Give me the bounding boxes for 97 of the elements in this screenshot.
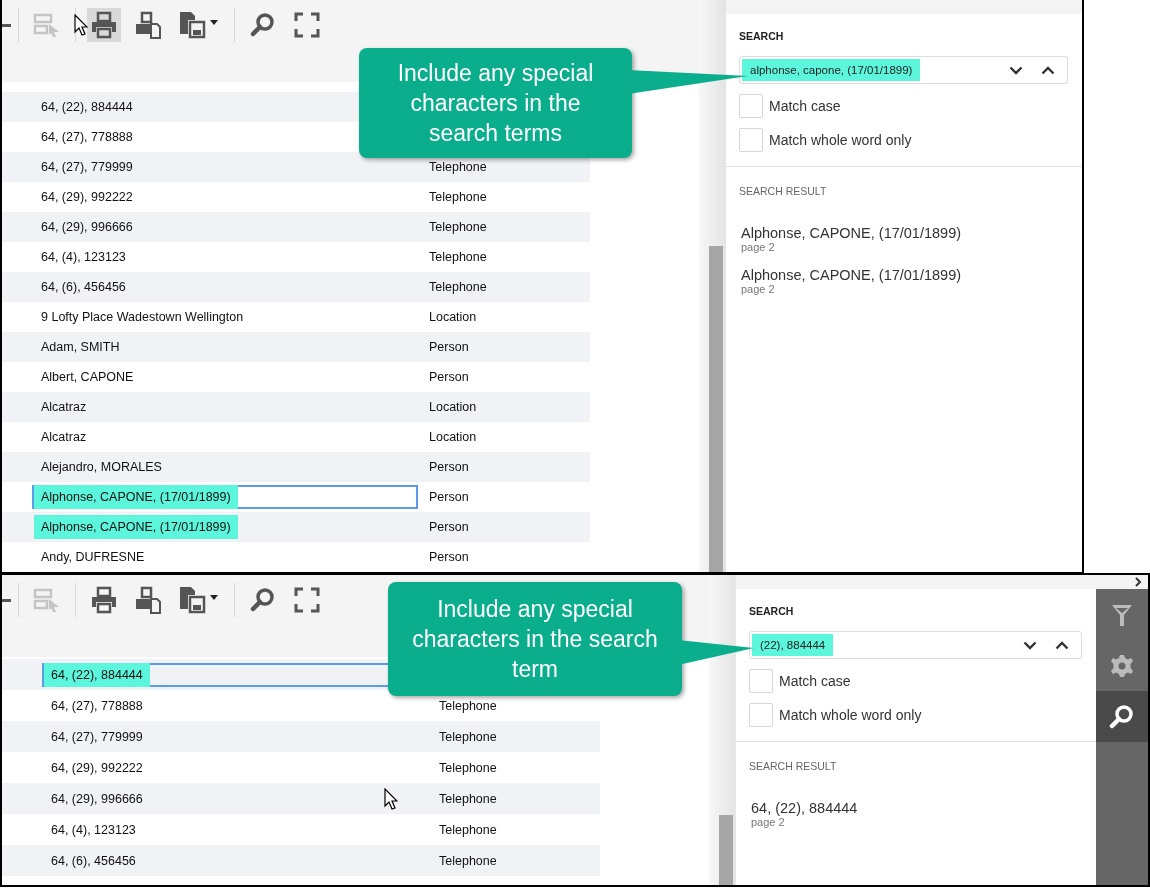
- page-number: page 2: [741, 283, 776, 295]
- type-text: Telephone: [439, 822, 497, 837]
- table-row[interactable]: 64, (4), 123123 Telephone: [2, 242, 590, 272]
- table-row[interactable]: 64, (29), 996666 Telephone: [2, 783, 600, 814]
- type-text: Person: [429, 550, 469, 564]
- table-row[interactable]: Alcatraz Location: [2, 422, 590, 452]
- scrollbar[interactable]: [699, 0, 725, 572]
- type-text: Telephone: [429, 250, 487, 264]
- chevron-up-icon[interactable]: [1055, 640, 1069, 650]
- name-text: Alejandro, MORALES: [40, 459, 163, 476]
- table-row[interactable]: Alphonse, CAPONE, (17/01/1899) Person: [2, 512, 590, 542]
- type-text: Location: [429, 310, 477, 324]
- chevron-down-icon[interactable]: [1009, 65, 1023, 75]
- type-text: Telephone: [429, 190, 487, 204]
- section-title: SEARCH RESULT: [739, 185, 828, 197]
- type-text: Telephone: [439, 729, 497, 744]
- chevron-up-icon[interactable]: [1041, 65, 1055, 75]
- result-link[interactable]: Alphonse, CAPONE, (17/01/1899): [741, 225, 1068, 241]
- table-row[interactable]: 64, (4), 123123 Telephone: [2, 814, 600, 845]
- page-number: page 2: [751, 816, 786, 828]
- name-text: 64, (27), 778888: [50, 697, 144, 715]
- section-title: SEARCH RESULT: [749, 760, 838, 772]
- table-row[interactable]: Andy, DUFRESNE Person: [2, 542, 590, 572]
- section-title: SEARCH: [749, 605, 795, 617]
- scrollbar-thumb[interactable]: [719, 815, 733, 885]
- name-text: Alphonse, CAPONE, (17/01/1899): [34, 515, 238, 539]
- checkbox-label: Match case: [779, 673, 851, 689]
- name-text: 64, (6), 456456: [50, 852, 137, 870]
- scrollbar[interactable]: [709, 575, 735, 885]
- checkbox[interactable]: [749, 703, 773, 727]
- callout-tooltip: Include any special characters in the search term: [388, 582, 682, 696]
- type-text: Telephone: [429, 280, 487, 294]
- name-text: 64, (27), 779999: [50, 728, 144, 746]
- result-link[interactable]: Alphonse, CAPONE, (17/01/1899): [741, 267, 1068, 283]
- table-row[interactable]: 64, (29), 992222 Telephone: [2, 182, 590, 212]
- search-field[interactable]: alphonse, capone, (17/01/1899): [739, 56, 1068, 84]
- table-row[interactable]: 64, (29), 996666 Telephone: [2, 212, 590, 242]
- name-text: Alcatraz: [40, 399, 88, 416]
- search-term: (22), 884444: [752, 634, 834, 656]
- type-text: Telephone: [429, 220, 487, 234]
- mouse-cursor-icon: [74, 14, 88, 36]
- name-text: 64, (4), 123123: [40, 249, 127, 266]
- chevron-right-icon[interactable]: [1135, 577, 1142, 587]
- result-link[interactable]: 64, (22), 884444: [751, 800, 1082, 816]
- name-text: Adam, SMITH: [40, 339, 121, 356]
- checkbox-label: Match case: [769, 98, 841, 114]
- name-text: 64, (4), 123123: [50, 821, 137, 839]
- name-text: 64, (22), 884444: [44, 662, 150, 687]
- type-text: Location: [429, 430, 477, 444]
- name-text: 64, (29), 992222: [50, 759, 144, 777]
- name-text: Alphonse, CAPONE, (17/01/1899): [34, 485, 238, 509]
- search-icon[interactable]: [1096, 691, 1148, 742]
- name-text: 64, (29), 992222: [40, 189, 134, 206]
- table-row[interactable]: Adam, SMITH Person: [2, 332, 590, 362]
- type-text: Telephone: [439, 698, 497, 713]
- checkbox[interactable]: [739, 94, 763, 118]
- checkbox-label: Match whole word only: [779, 707, 922, 723]
- section-title: SEARCH: [739, 30, 785, 42]
- type-text: Person: [429, 340, 469, 354]
- type-text: Person: [429, 460, 469, 474]
- table-row[interactable]: Albert, CAPONE Person: [2, 362, 590, 392]
- scrollbar-thumb[interactable]: [709, 246, 723, 572]
- type-text: Location: [429, 400, 477, 414]
- name-text: 64, (22), 884444: [40, 99, 134, 116]
- page-number: page 2: [741, 241, 776, 253]
- search-term: alphonse, capone, (17/01/1899): [742, 59, 921, 81]
- checkbox[interactable]: [739, 128, 763, 152]
- type-text: Telephone: [439, 791, 497, 806]
- type-text: Person: [429, 520, 469, 534]
- name-text: 64, (6), 456456: [40, 279, 127, 296]
- callout-tooltip: Include any special characters in the search terms: [359, 48, 632, 158]
- checkbox[interactable]: [749, 669, 773, 693]
- table-row[interactable]: 64, (27), 779999 Telephone: [2, 152, 590, 182]
- table-row[interactable]: Alcatraz Location: [2, 392, 590, 422]
- name-text: 64, (29), 996666: [50, 790, 144, 808]
- name-text: Andy, DUFRESNE: [40, 549, 146, 566]
- type-text: Person: [429, 370, 469, 384]
- table-row[interactable]: 9 Lofty Place Wadestown Wellington Location: [2, 302, 590, 332]
- name-text: 64, (29), 996666: [40, 219, 134, 236]
- mouse-cursor-icon: [384, 788, 398, 810]
- name-text: Albert, CAPONE: [40, 369, 135, 386]
- search-field[interactable]: (22), 884444: [749, 631, 1082, 659]
- table-row[interactable]: 64, (6), 456456 Telephone: [2, 845, 600, 876]
- chevron-down-icon[interactable]: [1023, 640, 1037, 650]
- name-text: Alcatraz: [40, 429, 88, 446]
- checkbox-label: Match whole word only: [769, 132, 912, 148]
- type-text: Person: [429, 490, 469, 504]
- type-text: Telephone: [439, 760, 497, 775]
- name-text: 9 Lofty Place Wadestown Wellington: [40, 309, 245, 326]
- table-row[interactable]: Alejandro, MORALES Person: [2, 452, 590, 482]
- name-text: 64, (27), 779999: [40, 159, 134, 176]
- type-text: Telephone: [429, 160, 487, 174]
- table-row[interactable]: 64, (29), 992222 Telephone: [2, 752, 600, 783]
- print-icon[interactable]: [87, 8, 121, 42]
- table-row[interactable]: 64, (27), 779999 Telephone: [2, 721, 600, 752]
- table-row[interactable]: 64, (6), 456456 Telephone: [2, 272, 590, 302]
- type-text: Telephone: [439, 853, 497, 868]
